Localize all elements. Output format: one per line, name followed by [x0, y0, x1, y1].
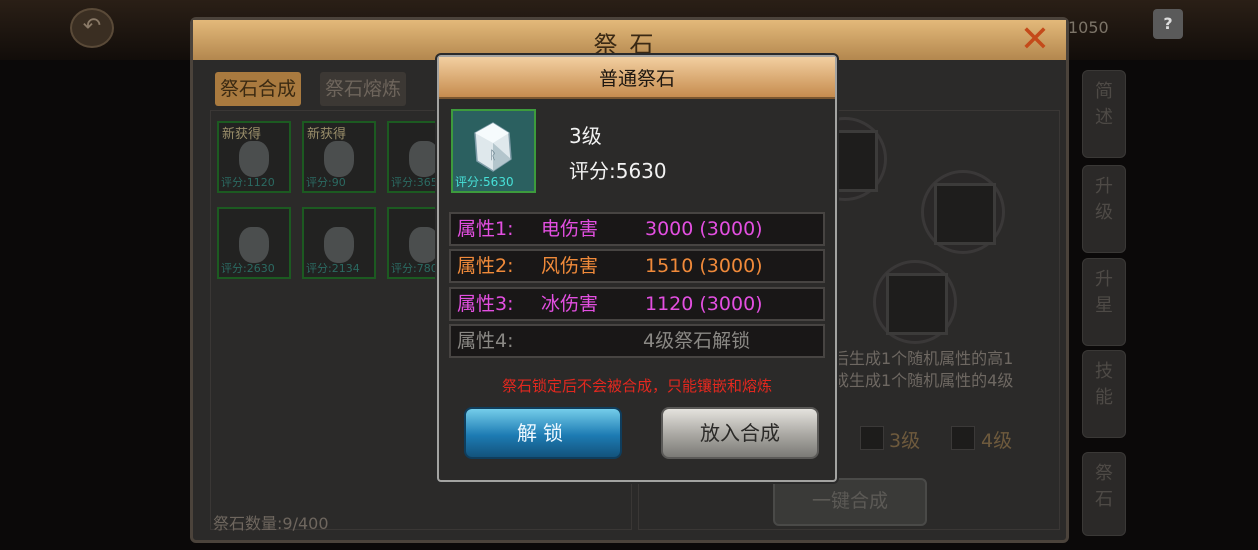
new-badge: 新获得	[222, 127, 262, 142]
item-score-badge: 评分:5630	[455, 175, 514, 189]
level3-checkbox[interactable]	[860, 426, 884, 450]
close-x-icon: ✕	[1019, 19, 1051, 60]
attribute-label: 属性2:	[457, 255, 514, 277]
side-tab-star[interactable]: 升星	[1082, 258, 1126, 346]
attribute-value: 3000 (3000)	[645, 218, 763, 240]
slot-frame	[934, 183, 996, 245]
currency-count: 1050	[1068, 18, 1109, 37]
level4-label: 4级	[981, 430, 1013, 452]
attribute-value: 4级祭石解锁	[643, 330, 751, 352]
dialog-title: 普通祭石	[598, 68, 675, 90]
attribute-name: 冰伤害	[541, 293, 599, 315]
back-arrow-icon: ↶	[82, 14, 102, 39]
lock-note: 祭石锁定后不会被合成，只能镶嵌和熔炼	[501, 377, 772, 395]
side-tab-upgrade[interactable]: 升级	[1082, 165, 1126, 253]
stone-icon	[239, 227, 269, 263]
slot-frame	[886, 273, 948, 335]
stone-icon	[324, 141, 354, 177]
level3-label: 3级	[889, 430, 921, 452]
compose-slot[interactable]	[873, 260, 957, 344]
stone-score: 评分:1120	[221, 176, 275, 189]
item-slot: ᚱ 评分:5630	[451, 109, 536, 193]
side-tab-brief[interactable]: 简述	[1082, 70, 1126, 158]
stone-score: 评分:90	[306, 176, 346, 189]
tab-compose[interactable]: 祭石合成	[215, 72, 302, 106]
attribute-row-1: 属性1: 电伤害 3000 (3000)	[449, 212, 825, 246]
attribute-row-4: 属性4: 4级祭石解锁	[449, 324, 825, 358]
level4-checkbox[interactable]	[951, 426, 975, 450]
attribute-row-2: 属性2: 风伤害 1510 (3000)	[449, 249, 825, 283]
attribute-value: 1120 (3000)	[645, 293, 763, 315]
stone-icon	[239, 141, 269, 177]
put-into-compose-button[interactable]: 放入合成	[661, 407, 819, 459]
close-button[interactable]: ✕	[1015, 22, 1055, 58]
back-button[interactable]: ↶	[70, 8, 114, 48]
new-badge: 新获得	[307, 127, 347, 142]
compose-desc-line2: 成生成1个随机属性的4级	[833, 371, 1014, 390]
stone-count: 祭石数量:9/400	[213, 514, 329, 533]
stone-icon	[409, 227, 439, 263]
compose-desc-line1: 后生成1个随机属性的高1	[833, 349, 1014, 368]
item-rating: 评分:5630	[569, 159, 667, 183]
stone-slot[interactable]: 评分:2134	[302, 207, 376, 279]
stone-score: 评分:2134	[306, 262, 360, 275]
item-level: 3级	[569, 124, 602, 148]
svg-text:ᚱ: ᚱ	[489, 148, 496, 162]
attribute-name: 风伤害	[541, 255, 599, 277]
side-tab-skill[interactable]: 技能	[1082, 350, 1126, 438]
stone-slot[interactable]: 新获得 评分:1120	[217, 121, 291, 193]
help-button[interactable]: ?	[1153, 9, 1183, 39]
stone-score: 评分:2630	[221, 262, 275, 275]
stone-icon	[409, 141, 439, 177]
side-tab-stone[interactable]: 祭石	[1082, 452, 1126, 536]
stone-slot[interactable]: 新获得 评分:90	[302, 121, 376, 193]
attribute-row-3: 属性3: 冰伤害 1120 (3000)	[449, 287, 825, 321]
attribute-name: 电伤害	[541, 218, 599, 240]
attribute-label: 属性4:	[457, 330, 514, 352]
attribute-value: 1510 (3000)	[645, 255, 763, 277]
onekey-compose-button[interactable]: 一键合成	[773, 478, 927, 526]
crystal-stone-icon: ᚱ	[474, 122, 512, 172]
unlock-button[interactable]: 解锁	[464, 407, 622, 459]
compose-slot[interactable]	[921, 170, 1005, 254]
stone-icon	[324, 227, 354, 263]
attribute-label: 属性3:	[457, 293, 514, 315]
attribute-label: 属性1:	[457, 218, 514, 240]
stone-detail-dialog: 普通祭石 ᚱ 评分:5630 3级 评分:5630 属性1: 电伤害 3000 …	[437, 55, 837, 482]
stone-slot[interactable]: 评分:2630	[217, 207, 291, 279]
tab-smelt[interactable]: 祭石熔炼	[320, 72, 407, 106]
